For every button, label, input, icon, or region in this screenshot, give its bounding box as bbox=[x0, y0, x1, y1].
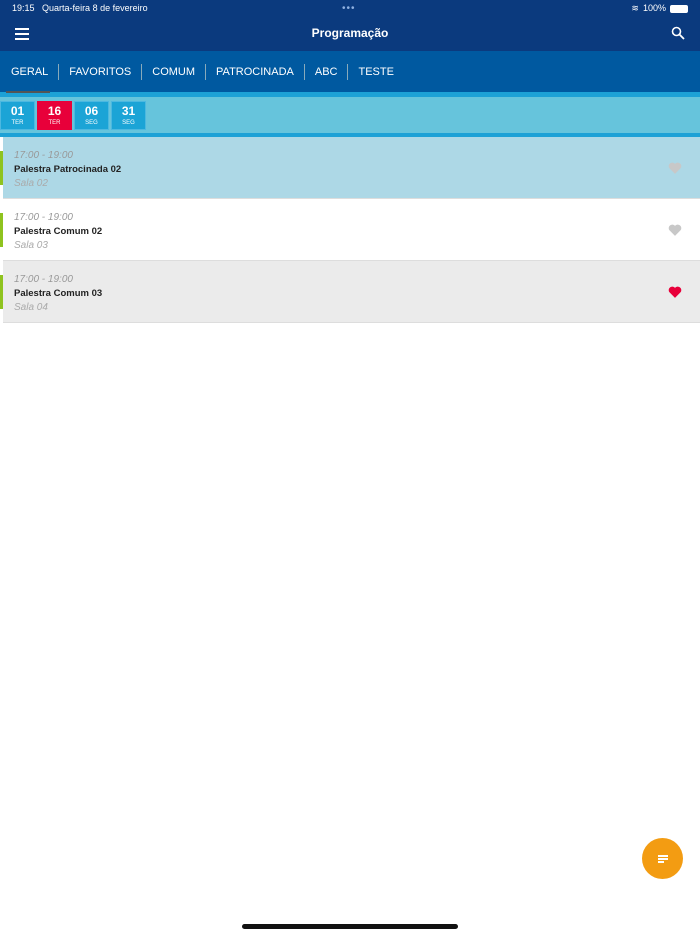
list-item[interactable]: 17:00 - 19:00 Palestra Comum 02 Sala 03 bbox=[0, 199, 700, 261]
date-number: 01 bbox=[10, 104, 25, 118]
session-room: Sala 03 bbox=[14, 240, 48, 251]
divider bbox=[0, 91, 700, 97]
date-button-selected[interactable]: 16 TER bbox=[37, 101, 72, 130]
page-title: Programação bbox=[311, 26, 389, 40]
top-bar: 19:15 Quarta-feira 8 de fevereiro ••• ≋ 1… bbox=[0, 0, 700, 51]
date-button[interactable]: 01 TER bbox=[0, 101, 35, 130]
heart-icon[interactable] bbox=[668, 161, 682, 175]
status-bar: 19:15 Quarta-feira 8 de fevereiro ••• ≋ 1… bbox=[0, 0, 700, 17]
session-room: Sala 04 bbox=[14, 302, 48, 313]
date-weekday: TER bbox=[11, 120, 24, 126]
status-date: Quarta-feira 8 de fevereiro bbox=[42, 3, 148, 13]
date-button[interactable]: 06 SEG bbox=[74, 101, 109, 130]
tab-teste[interactable]: TESTE bbox=[348, 64, 403, 80]
status-time-date: 19:15 Quarta-feira 8 de fevereiro bbox=[12, 0, 148, 17]
tab-favoritos[interactable]: FAVORITOS bbox=[59, 63, 143, 80]
session-name: Palestra Patrocinada 02 bbox=[14, 164, 122, 175]
date-number: 31 bbox=[121, 104, 136, 118]
tab-abc[interactable]: ABC bbox=[305, 63, 349, 80]
multitask-dots-icon[interactable]: ••• bbox=[342, 0, 356, 17]
home-indicator[interactable] bbox=[242, 924, 458, 929]
session-name: Palestra Comum 03 bbox=[14, 288, 103, 299]
session-time: 17:00 - 19:00 bbox=[14, 150, 73, 161]
heart-icon[interactable] bbox=[668, 223, 682, 237]
tab-indicator bbox=[6, 91, 50, 93]
date-weekday: SEG bbox=[85, 120, 98, 126]
category-accent bbox=[0, 213, 3, 247]
list-item[interactable]: 17:00 - 19:00 Palestra Comum 03 Sala 04 bbox=[0, 261, 700, 323]
list-item[interactable]: 17:00 - 19:00 Palestra Patrocinada 02 Sa… bbox=[0, 137, 700, 199]
date-weekday: SEG bbox=[122, 120, 135, 126]
date-selector: 01 TER 16 TER 06 SEG 31 SEG bbox=[0, 97, 700, 133]
date-button[interactable]: 31 SEG bbox=[111, 101, 146, 130]
battery-icon bbox=[670, 4, 688, 13]
session-room: Sala 02 bbox=[14, 178, 48, 189]
heart-filled-icon[interactable] bbox=[668, 285, 682, 299]
search-icon[interactable] bbox=[671, 26, 685, 40]
wifi-icon: ≋ bbox=[631, 3, 639, 13]
date-number: 16 bbox=[47, 104, 62, 118]
session-time: 17:00 - 19:00 bbox=[14, 212, 73, 223]
session-name: Palestra Comum 02 bbox=[14, 226, 103, 237]
tab-patrocinada[interactable]: PATROCINADA bbox=[206, 63, 305, 80]
tab-comum[interactable]: COMUM bbox=[142, 63, 207, 80]
category-accent bbox=[0, 275, 3, 309]
date-weekday: TER bbox=[48, 120, 61, 126]
status-time: 19:15 bbox=[12, 3, 35, 13]
tab-geral[interactable]: GERAL bbox=[1, 63, 60, 80]
battery-percent: 100% bbox=[642, 3, 666, 13]
category-tabs: GERAL FAVORITOS COMUM PATROCINADA ABC TE… bbox=[0, 51, 700, 92]
filter-fab-button[interactable] bbox=[642, 838, 683, 879]
session-time: 17:00 - 19:00 bbox=[14, 274, 73, 285]
category-accent bbox=[0, 151, 3, 185]
date-number: 06 bbox=[84, 104, 99, 118]
